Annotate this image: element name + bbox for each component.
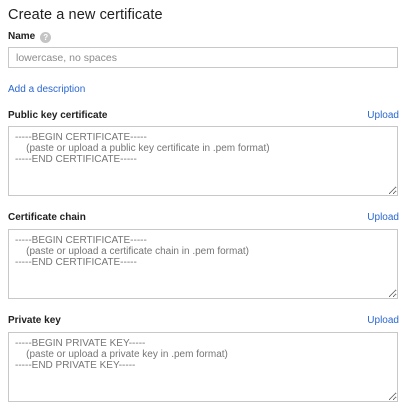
help-icon[interactable]: ? [40,32,52,43]
name-field-label-row: Name? [8,31,52,43]
certificate-chain-label: Certificate chain [8,212,86,223]
certificate-chain-textarea[interactable] [8,229,398,299]
add-description-link[interactable]: Add a description [8,84,85,95]
public-key-textarea[interactable] [8,126,398,196]
page-title: Create a new certificate [8,7,163,23]
private-key-textarea[interactable] [8,332,398,402]
certificate-chain-upload-button[interactable]: Upload [367,212,399,223]
private-key-upload-button[interactable]: Upload [367,315,399,326]
public-key-upload-button[interactable]: Upload [367,110,399,121]
name-field-label: Name [8,31,36,42]
private-key-label: Private key [8,315,61,326]
name-input[interactable] [8,47,398,68]
certificate-form: Create a new certificate Name? Add a des… [0,0,407,417]
public-key-label: Public key certificate [8,110,108,121]
